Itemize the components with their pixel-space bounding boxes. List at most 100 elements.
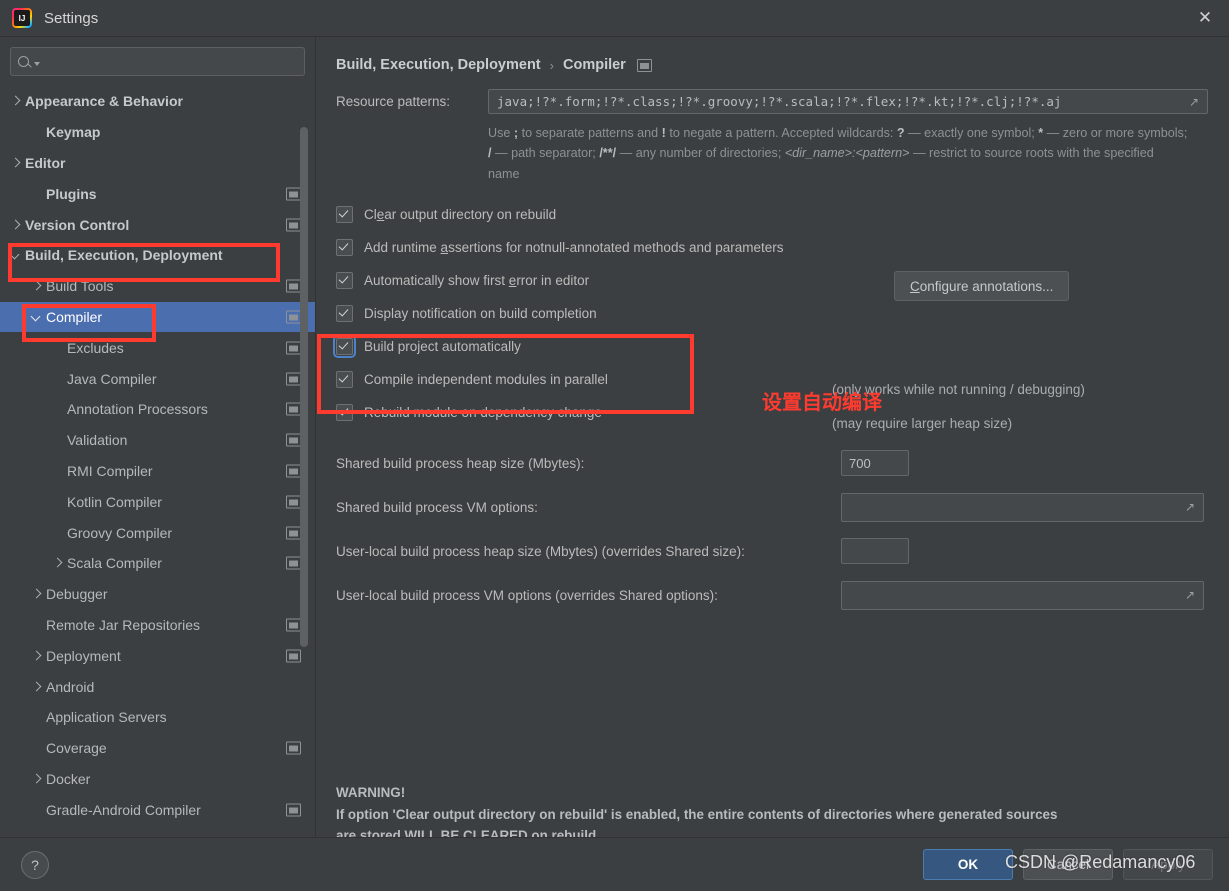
chevron-down-icon[interactable]	[29, 310, 43, 324]
sidebar-item-coverage[interactable]: Coverage	[0, 733, 315, 764]
sidebar-item-application-servers[interactable]: Application Servers	[0, 702, 315, 733]
sidebar-item-appearance-behavior[interactable]: Appearance & Behavior	[0, 86, 315, 117]
sidebar-item-version-control[interactable]: Version Control	[0, 209, 315, 240]
project-scope-icon	[286, 464, 301, 478]
sidebar-item-editor[interactable]: Editor	[0, 148, 315, 179]
sidebar-item-keymap[interactable]: Keymap	[0, 117, 315, 148]
input-user-local-build-process-vm-options-override[interactable]: ↗	[841, 580, 1204, 610]
close-icon[interactable]: ✕	[1181, 0, 1229, 36]
search-input[interactable]	[40, 53, 298, 70]
sidebar-item-label: Build, Execution, Deployment	[25, 247, 223, 264]
settings-tree[interactable]: Appearance & Behavior Keymap Editor Plugins…	[0, 84, 315, 837]
resource-patterns-field[interactable]: java;!?*.form;!?*.class;!?*.groovy;!?*.s…	[488, 89, 1208, 114]
checkbox-label-pre: Build project automatically	[364, 339, 521, 355]
help-button[interactable]: ?	[21, 850, 49, 879]
title-bar: Settings ✕	[0, 0, 1229, 37]
input-shared-build-process-heap-size-mbytes[interactable]: 700	[841, 450, 909, 477]
checkbox-row-clear-output-directory-on-rebuild[interactable]: Clear output directory on rebuild	[336, 198, 1211, 231]
chevron-right-icon[interactable]	[29, 279, 43, 293]
resource-patterns-value: java;!?*.form;!?*.class;!?*.groovy;!?*.s…	[497, 94, 1062, 109]
checkbox-automatically-show-first-error-in-editor[interactable]	[336, 272, 353, 290]
checkbox-build-project-automatically[interactable]	[333, 335, 356, 359]
project-scope-icon	[286, 556, 301, 570]
configure-annotations-button[interactable]: Configure annotations...	[894, 271, 1070, 301]
sidebar-item-groovy-compiler[interactable]: Groovy Compiler	[0, 517, 315, 548]
sidebar-item-build-tools[interactable]: Build Tools	[0, 271, 315, 302]
sidebar-item-annotation-processors[interactable]: Annotation Processors	[0, 394, 315, 425]
chevron-right-icon[interactable]	[8, 94, 22, 108]
sidebar-item-java-compiler[interactable]: Java Compiler	[0, 363, 315, 394]
checkbox-row-add-runtime-assertions-for-notnull-annotated[interactable]: Add runtime assertions for notnull-annot…	[336, 231, 1211, 264]
sidebar-item-label: Java Compiler	[67, 370, 157, 387]
expand-field-icon[interactable]: ↗	[1185, 589, 1197, 601]
cancel-button[interactable]: Cancel	[1023, 849, 1113, 880]
checkbox-add-runtime-assertions-for-notnull-annotated[interactable]	[336, 239, 353, 257]
project-scope-icon	[286, 372, 301, 386]
sidebar-item-docker[interactable]: Docker	[0, 764, 315, 795]
checkbox-label-pre: Compile independent modules in parallel	[364, 372, 608, 388]
sidebar-item-gradle-android-compiler[interactable]: Gradle-Android Compiler	[0, 794, 315, 825]
breadcrumb-root[interactable]: Build, Execution, Deployment	[336, 57, 541, 73]
checkbox-rebuild-module-on-dependency-change[interactable]	[336, 404, 353, 422]
checkbox-label-post: ar output directory on rebuild	[384, 207, 557, 223]
sidebar-scrollbar[interactable]	[300, 127, 308, 647]
sidebar-item-label: Validation	[67, 432, 128, 449]
dialog-body: Appearance & Behavior Keymap Editor Plugins…	[0, 37, 1229, 837]
checkbox-row-rebuild-module-on-dependency-change[interactable]: Rebuild module on dependency change	[336, 396, 1211, 429]
sidebar-item-label: Compiler	[46, 308, 103, 325]
field-row-shared-build-process-heap-size-mbytes: Shared build process heap size (Mbytes):…	[336, 441, 1211, 485]
settings-sidebar: Appearance & Behavior Keymap Editor Plugins…	[0, 37, 316, 837]
sidebar-item-validation[interactable]: Validation	[0, 425, 315, 456]
checkbox-clear-output-directory-on-rebuild[interactable]	[336, 206, 353, 224]
sidebar-item-label: Editor	[25, 154, 66, 171]
chevron-down-icon[interactable]	[8, 248, 22, 262]
configure-annotations-mnemonic: C	[910, 278, 920, 294]
expand-field-icon[interactable]: ↗	[1185, 501, 1197, 513]
sidebar-item-build-execution-deployment[interactable]: Build, Execution, Deployment	[0, 240, 315, 271]
chevron-right-icon[interactable]	[29, 649, 43, 663]
sidebar-item-rmi-compiler[interactable]: RMI Compiler	[0, 456, 315, 487]
apply-button[interactable]: Apply	[1123, 849, 1213, 880]
sidebar-item-scala-compiler[interactable]: Scala Compiler	[0, 548, 315, 579]
checkbox-label: Clear output directory on rebuild	[364, 207, 556, 222]
checkbox-label: Automatically show first error in editor	[364, 273, 589, 288]
hint-text-b: to separate patterns and	[518, 126, 662, 140]
input-shared-build-process-vm-options[interactable]: ↗	[841, 492, 1204, 522]
sidebar-item-label: Version Control	[25, 216, 130, 233]
sidebar-item-deployment[interactable]: Deployment	[0, 640, 315, 671]
chevron-right-icon[interactable]	[29, 680, 43, 694]
search-box[interactable]	[10, 47, 305, 76]
checkbox-compile-independent-modules-in-parallel[interactable]	[336, 371, 353, 389]
sidebar-item-kotlin-compiler[interactable]: Kotlin Compiler	[0, 486, 315, 517]
checkbox-row-display-notification-on-build-completion[interactable]: Display notification on build completion	[336, 297, 1211, 330]
project-scope-icon	[286, 649, 301, 663]
chevron-right-icon[interactable]	[29, 772, 43, 786]
chevron-right-icon[interactable]	[8, 156, 22, 170]
hint-globstar: /**/	[599, 146, 617, 161]
project-scope-icon	[286, 341, 301, 355]
sidebar-item-debugger[interactable]: Debugger	[0, 579, 315, 610]
sidebar-item-compiler[interactable]: Compiler	[0, 301, 315, 333]
chevron-right-icon[interactable]	[8, 218, 22, 232]
checkbox-display-notification-on-build-completion[interactable]	[336, 305, 353, 323]
sidebar-item-remote-jar-repositories[interactable]: Remote Jar Repositories	[0, 610, 315, 641]
sidebar-item-plugins[interactable]: Plugins	[0, 178, 315, 209]
ok-button[interactable]: OK	[923, 849, 1013, 880]
checkbox-row-automatically-show-first-error-in-editor[interactable]: Automatically show first error in editor	[336, 264, 1211, 297]
chevron-right-icon[interactable]	[50, 556, 64, 570]
project-scope-icon	[286, 803, 301, 817]
input-user-local-build-process-heap-size-mbytes-ov[interactable]	[841, 538, 909, 565]
sidebar-item-excludes[interactable]: Excludes	[0, 332, 315, 363]
sidebar-item-android[interactable]: Android	[0, 671, 315, 702]
hint-text-c: to negate a pattern. Accepted wildcards:	[665, 126, 897, 140]
checkbox-row-build-project-automatically[interactable]: Build project automatically	[333, 330, 1211, 363]
expand-field-icon[interactable]: ↗	[1189, 96, 1201, 108]
chevron-right-icon[interactable]	[29, 587, 43, 601]
compiler-settings-panel: Build, Execution, Deployment › Compiler …	[316, 37, 1229, 837]
